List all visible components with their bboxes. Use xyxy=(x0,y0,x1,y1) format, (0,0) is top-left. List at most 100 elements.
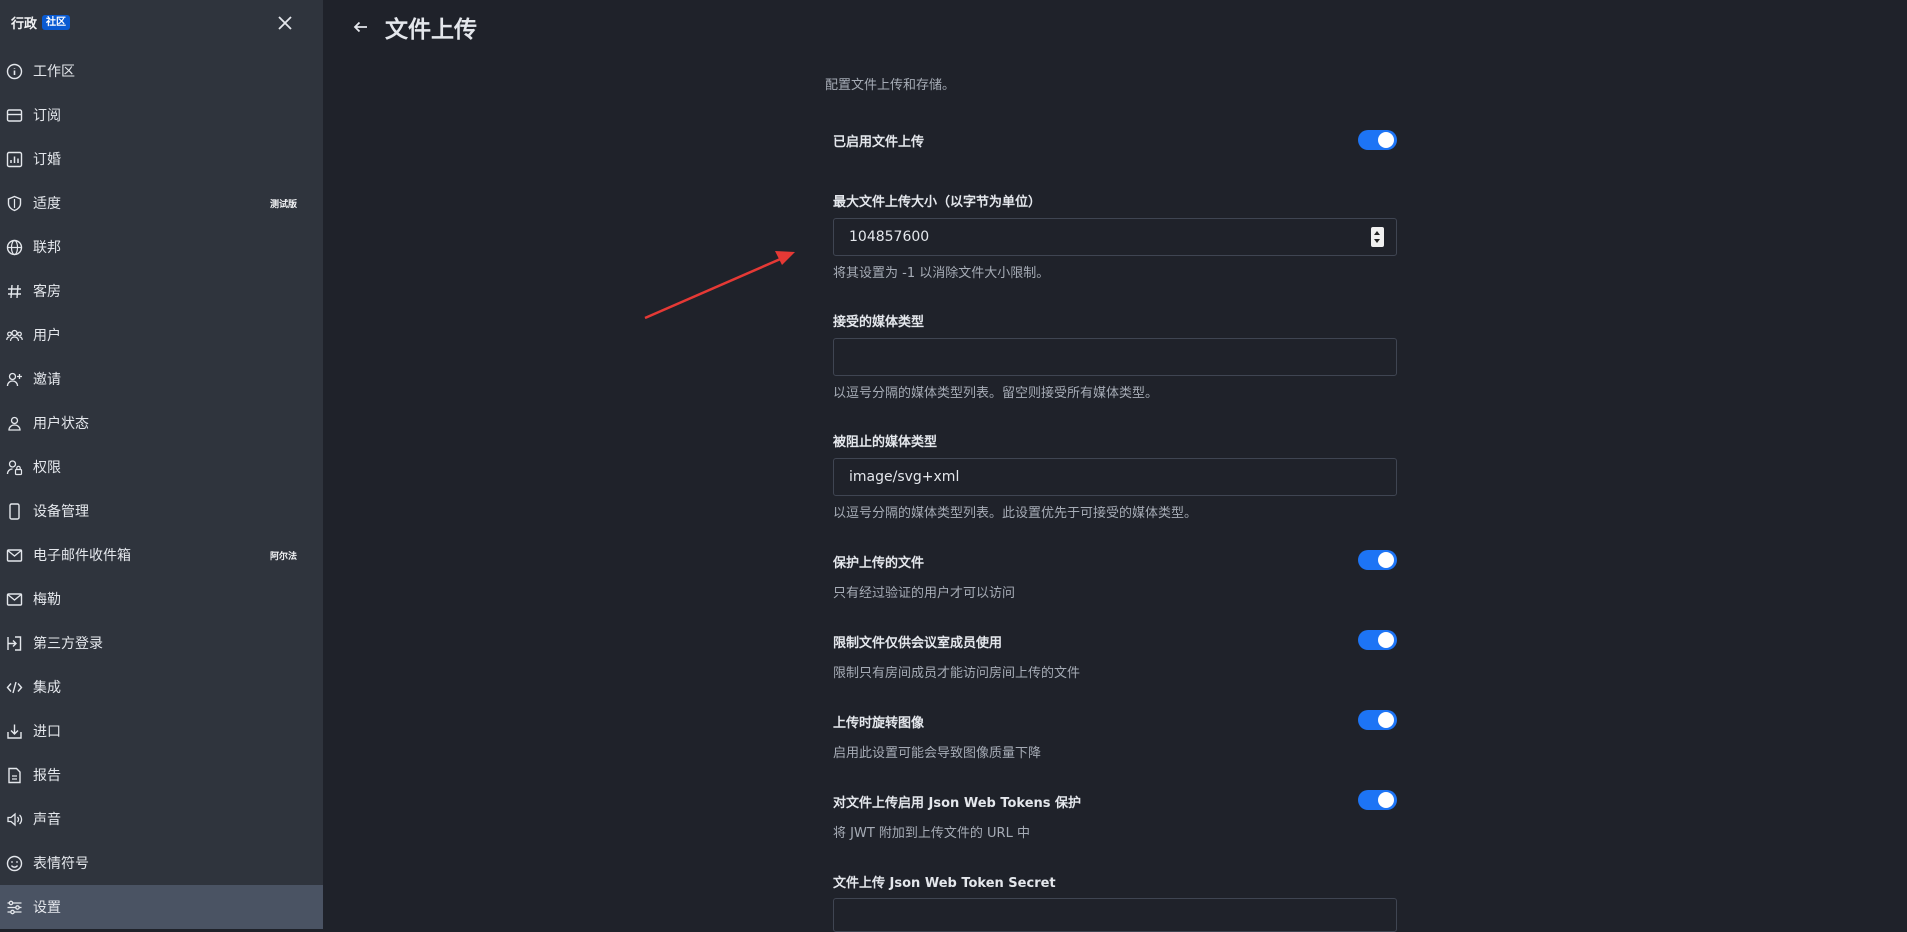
mail-icon xyxy=(6,547,23,564)
edition-badge: 社区 xyxy=(42,14,71,30)
max-file-size-value: 104857600 xyxy=(849,229,930,245)
sidebar-item-permissions[interactable]: 权限 xyxy=(0,445,323,489)
main-content: 文件上传 配置文件上传和存储。 已启用文件上传 最大文件上传大小（以字节为单位）… xyxy=(323,0,1907,932)
sidebar-item-label: 声音 xyxy=(33,812,61,828)
rotate-images-label: 上传时旋转图像 xyxy=(833,716,925,731)
sidebar: 行政 社区 工作区 订阅 订婚 适度 测试版 联邦 客房 用户 邀请 用户状态 … xyxy=(0,0,323,929)
globe-icon xyxy=(6,239,23,256)
max-file-size-label: 最大文件上传大小（以字节为单位） xyxy=(833,195,1042,210)
sidebar-item-label: 进口 xyxy=(33,724,61,740)
sidebar-item-label: 适度 xyxy=(33,196,61,212)
alpha-tag: 阿尔法 xyxy=(270,551,298,562)
jwt-secret-label: 文件上传 Json Web Token Secret xyxy=(833,876,1056,891)
code-icon xyxy=(6,679,23,696)
sidebar-item-user-status[interactable]: 用户状态 xyxy=(0,401,323,445)
sidebar-item-rooms[interactable]: 客房 xyxy=(0,269,323,313)
sidebar-item-label: 第三方登录 xyxy=(33,636,103,652)
user-icon xyxy=(6,415,23,432)
accepted-media-types-input[interactable] xyxy=(833,338,1397,376)
sidebar-item-label: 权限 xyxy=(33,460,61,476)
sidebar-item-label: 电子邮件收件箱 xyxy=(33,548,131,564)
sidebar-item-label: 客房 xyxy=(33,284,61,300)
protect-uploaded-files-label: 保护上传的文件 xyxy=(833,556,925,571)
sidebar-item-label: 工作区 xyxy=(33,64,75,80)
sidebar-item-label: 表情符号 xyxy=(33,856,89,872)
shield-icon xyxy=(6,195,23,212)
sidebar-item-integrations[interactable]: 集成 xyxy=(0,665,323,709)
sidebar-item-sounds[interactable]: 声音 xyxy=(0,797,323,841)
sidebar-item-label: 联邦 xyxy=(33,240,61,256)
section-description: 配置文件上传和存储。 xyxy=(825,78,956,93)
page-header: 文件上传 xyxy=(351,10,477,44)
sidebar-item-emoji[interactable]: 表情符号 xyxy=(0,841,323,885)
sidebar-item-label: 设备管理 xyxy=(33,504,89,520)
sidebar-item-engagement[interactable]: 订婚 xyxy=(0,137,323,181)
sidebar-item-mailer[interactable]: 梅勒 xyxy=(0,577,323,621)
back-arrow-icon[interactable] xyxy=(351,17,371,37)
mail-icon xyxy=(6,591,23,608)
sidebar-item-workspace[interactable]: 工作区 xyxy=(0,49,323,93)
protect-uploaded-files-toggle[interactable] xyxy=(1358,550,1397,570)
blocked-media-types-value: image/svg+xml xyxy=(849,469,960,485)
file-upload-enabled-toggle[interactable] xyxy=(1358,130,1397,150)
sidebar-item-invites[interactable]: 邀请 xyxy=(0,357,323,401)
mobile-icon xyxy=(6,502,23,520)
sidebar-item-label: 用户 xyxy=(33,328,61,344)
emoji-icon xyxy=(6,855,23,872)
sidebar-item-federation[interactable]: 联邦 xyxy=(0,225,323,269)
sidebar-item-label: 用户状态 xyxy=(33,416,89,432)
team-icon xyxy=(6,327,23,344)
sidebar-item-import[interactable]: 进口 xyxy=(0,709,323,753)
jwt-protection-hint: 将 JWT 附加到上传文件的 URL 中 xyxy=(833,826,1030,841)
blocked-media-types-input[interactable]: image/svg+xml xyxy=(833,458,1397,496)
max-file-size-input[interactable]: 104857600 xyxy=(833,218,1397,256)
sidebar-item-label: 报告 xyxy=(33,768,61,784)
sidebar-item-third-party-login[interactable]: 第三方登录 xyxy=(0,621,323,665)
jwt-secret-input[interactable] xyxy=(833,898,1397,932)
hash-icon xyxy=(6,283,23,300)
sidebar-item-moderation[interactable]: 适度 测试版 xyxy=(0,181,323,225)
restrict-to-room-members-toggle[interactable] xyxy=(1358,630,1397,650)
file-icon xyxy=(6,767,23,784)
accepted-media-types-hint: 以逗号分隔的媒体类型列表。留空则接受所有媒体类型。 xyxy=(833,386,1159,401)
sidebar-item-label: 设置 xyxy=(33,900,61,916)
sidebar-item-label: 邀请 xyxy=(33,372,61,388)
close-icon[interactable] xyxy=(274,12,296,34)
import-icon xyxy=(6,723,23,740)
number-stepper[interactable] xyxy=(1371,227,1384,247)
sidebar-item-label: 订婚 xyxy=(33,152,61,168)
jwt-protection-label: 对文件上传启用 Json Web Tokens 保护 xyxy=(833,796,1082,811)
sidebar-item-settings[interactable]: 设置 xyxy=(0,885,323,929)
sidebar-item-email-inboxes[interactable]: 电子邮件收件箱 阿尔法 xyxy=(0,533,323,577)
accepted-media-types-label: 接受的媒体类型 xyxy=(833,315,925,330)
sidebar-item-reports[interactable]: 报告 xyxy=(0,753,323,797)
card-icon xyxy=(6,107,23,124)
user-plus-icon xyxy=(6,371,23,388)
chart-icon xyxy=(6,151,23,168)
blocked-media-types-label: 被阻止的媒体类型 xyxy=(833,435,938,450)
protect-uploaded-files-hint: 只有经过验证的用户才可以访问 xyxy=(833,586,1016,601)
restrict-to-room-members-label: 限制文件仅供会议室成员使用 xyxy=(833,636,1003,651)
sidebar-item-label: 订阅 xyxy=(33,108,61,124)
restrict-to-room-members-hint: 限制只有房间成员才能访问房间上传的文件 xyxy=(833,666,1081,681)
max-file-size-hint: 将其设置为 -1 以消除文件大小限制。 xyxy=(833,266,1050,281)
blocked-media-types-hint: 以逗号分隔的媒体类型列表。此设置优先于可接受的媒体类型。 xyxy=(833,506,1198,521)
rotate-images-hint: 启用此设置可能会导致图像质量下降 xyxy=(833,746,1042,761)
sliders-icon xyxy=(6,899,23,916)
volume-icon xyxy=(6,811,23,828)
sidebar-title: 行政 xyxy=(11,16,38,32)
sidebar-item-device-management[interactable]: 设备管理 xyxy=(0,489,323,533)
sidebar-item-label: 集成 xyxy=(33,680,61,696)
jwt-protection-toggle[interactable] xyxy=(1358,790,1397,810)
sidebar-item-subscription[interactable]: 订阅 xyxy=(0,93,323,137)
file-upload-enabled-label: 已启用文件上传 xyxy=(833,135,925,150)
login-icon xyxy=(6,635,23,652)
sidebar-nav: 工作区 订阅 订婚 适度 测试版 联邦 客房 用户 邀请 用户状态 权限 设备管… xyxy=(0,49,323,929)
rotate-images-toggle[interactable] xyxy=(1358,710,1397,730)
page-title: 文件上传 xyxy=(385,17,477,43)
user-lock-icon xyxy=(6,459,23,476)
sidebar-item-label: 梅勒 xyxy=(33,592,61,608)
sidebar-header: 行政 社区 xyxy=(0,0,323,44)
sidebar-item-users[interactable]: 用户 xyxy=(0,313,323,357)
beta-tag: 测试版 xyxy=(270,199,298,210)
